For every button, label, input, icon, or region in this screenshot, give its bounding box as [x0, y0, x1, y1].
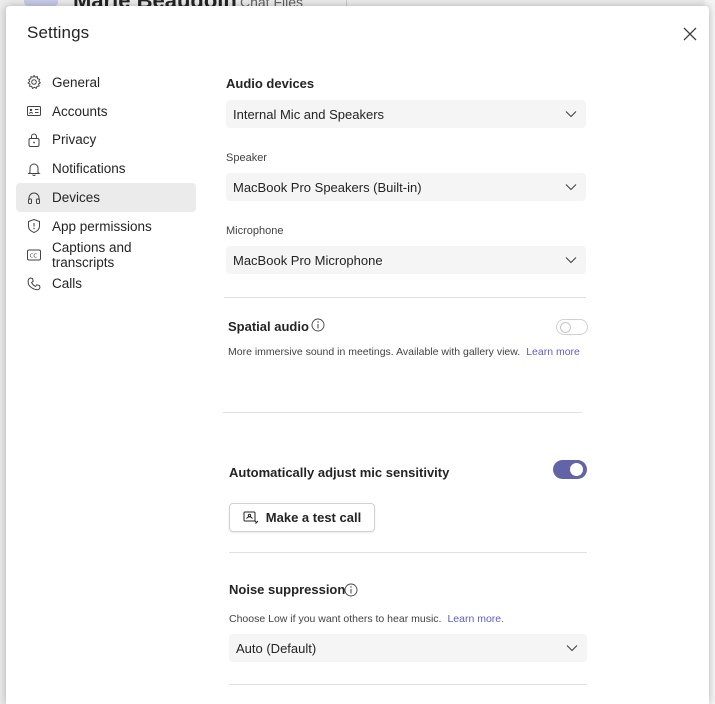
- nav-item-calls[interactable]: Calls: [16, 270, 196, 299]
- toggle-knob: [560, 322, 571, 333]
- make-test-call-label: Make a test call: [265, 510, 362, 525]
- nav-item-label: Captions and transcripts: [52, 240, 132, 271]
- spatial-audio-toggle[interactable]: [556, 319, 588, 335]
- microphone-label: Microphone: [226, 225, 284, 237]
- make-test-call-button[interactable]: Make a test call: [229, 503, 375, 532]
- spatial-audio-learn-more-link[interactable]: Learn more: [526, 346, 580, 358]
- microphone-value: MacBook Pro Microphone: [233, 252, 383, 268]
- test-call-icon: [243, 511, 259, 524]
- nav-item-privacy[interactable]: Privacy: [16, 126, 196, 155]
- nav-item-label: Privacy: [52, 132, 97, 148]
- nav-item-label: App permissions: [52, 218, 152, 234]
- info-icon[interactable]: [311, 318, 325, 332]
- microphone-select[interactable]: MacBook Pro Microphone: [226, 246, 586, 274]
- spatial-audio-description: More immersive sound in meetings. Availa…: [228, 346, 580, 358]
- spatial-audio-desc-text: More immersive sound in meetings. Availa…: [228, 346, 521, 358]
- auto-mic-title: Automatically adjust mic sensitivity: [229, 465, 450, 480]
- close-icon: [683, 27, 697, 41]
- spatial-audio-title: Spatial audio: [228, 319, 309, 334]
- info-icon[interactable]: [344, 583, 358, 597]
- chevron-down-icon: [566, 645, 578, 652]
- id-card-icon: [26, 103, 42, 119]
- nav-item-label: Calls: [52, 276, 83, 292]
- nav-item-label: General: [52, 74, 101, 90]
- divider: [229, 684, 587, 685]
- nav-item-notifications[interactable]: Notifications: [16, 154, 196, 183]
- noise-suppression-select[interactable]: Auto (Default): [229, 634, 587, 662]
- shield-icon: [26, 218, 42, 234]
- settings-dialog: Settings General Accounts Privacy Notifi…: [6, 6, 709, 704]
- nav-item-accounts[interactable]: Accounts: [16, 97, 196, 126]
- lock-icon: [26, 132, 42, 148]
- nav-item-captions[interactable]: CC Captions and transcripts: [16, 240, 196, 271]
- nav-item-label: Accounts: [52, 103, 108, 119]
- close-button[interactable]: [680, 24, 700, 44]
- gear-icon: [26, 74, 42, 90]
- noise-suppression-description: Choose Low if you want others to hear mu…: [229, 613, 504, 625]
- noise-desc-text: Choose Low if you want others to hear mu…: [229, 613, 442, 625]
- speaker-label: Speaker: [226, 152, 267, 164]
- chevron-down-icon: [565, 111, 577, 118]
- noise-suppression-title: Noise suppression: [229, 582, 346, 597]
- divider: [224, 297, 586, 298]
- toggle-knob: [570, 463, 583, 476]
- divider: [223, 412, 582, 413]
- audio-devices-value: Internal Mic and Speakers: [233, 106, 385, 122]
- speaker-select[interactable]: MacBook Pro Speakers (Built-in): [226, 173, 586, 201]
- dialog-title: Settings: [27, 23, 90, 42]
- chevron-down-icon: [565, 184, 577, 191]
- bell-icon: [26, 161, 42, 177]
- audio-devices-select[interactable]: Internal Mic and Speakers: [226, 100, 586, 128]
- speaker-value: MacBook Pro Speakers (Built-in): [233, 179, 422, 195]
- svg-text:CC: CC: [30, 253, 38, 259]
- nav-item-label: Devices: [52, 190, 101, 206]
- auto-mic-toggle[interactable]: [553, 460, 587, 479]
- chevron-down-icon: [565, 257, 577, 264]
- closed-captions-icon: CC: [26, 247, 42, 263]
- audio-devices-title: Audio devices: [226, 76, 315, 91]
- divider: [229, 552, 587, 553]
- noise-learn-more-link[interactable]: Learn more.: [447, 613, 504, 625]
- headset-icon: [26, 190, 42, 206]
- settings-nav: General Accounts Privacy Notifications D…: [16, 68, 196, 298]
- nav-item-devices[interactable]: Devices: [16, 183, 196, 212]
- phone-icon: [26, 276, 42, 292]
- nav-item-app-permissions[interactable]: App permissions: [16, 212, 196, 241]
- nav-item-general[interactable]: General: [16, 68, 196, 97]
- noise-suppression-value: Auto (Default): [236, 640, 317, 656]
- nav-item-label: Notifications: [52, 161, 126, 177]
